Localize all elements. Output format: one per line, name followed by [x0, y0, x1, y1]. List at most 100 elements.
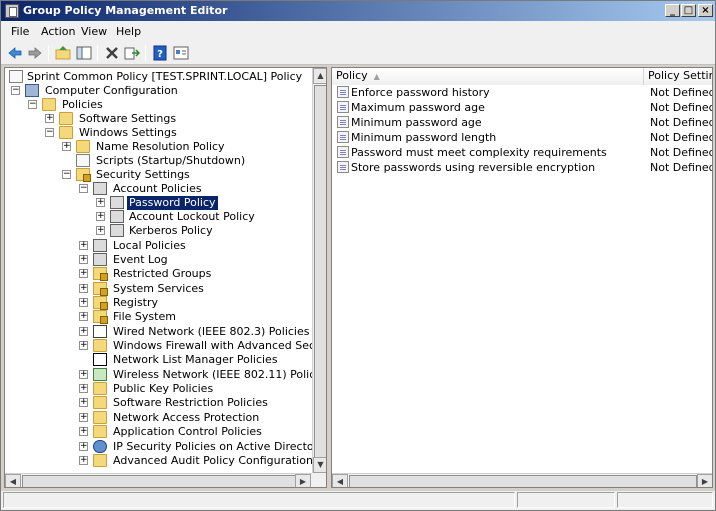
scroll-left-arrow-icon[interactable]: ◀: [5, 474, 21, 487]
expand-icon[interactable]: +: [45, 114, 54, 123]
help-icon[interactable]: ?: [152, 45, 168, 61]
expand-icon[interactable]: +: [79, 269, 88, 278]
list-item[interactable]: Maximum password age Not Defined: [332, 100, 713, 115]
expand-icon[interactable]: +: [62, 142, 71, 151]
title-bar[interactable]: Group Policy Management Editor _ □ ×: [1, 1, 715, 21]
security-folder-icon: [93, 282, 108, 296]
collapse-icon[interactable]: −: [62, 170, 71, 179]
column-header-policy[interactable]: Policy ▲: [332, 68, 644, 85]
scroll-left-arrow-icon[interactable]: ◀: [332, 474, 348, 487]
tree-item-label: Scripts (Startup/Shutdown): [96, 154, 246, 167]
collapse-icon[interactable]: −: [28, 100, 37, 109]
expand-icon[interactable]: +: [79, 427, 88, 436]
toolbar-separator: [48, 45, 49, 61]
policy-name: Minimum password age: [351, 116, 482, 129]
expand-icon[interactable]: +: [96, 212, 105, 221]
policy-value: Not Defined: [650, 101, 713, 114]
folder-icon: [93, 425, 107, 438]
tree-item-label: File System: [113, 310, 176, 323]
tree-horizontal-scrollbar[interactable]: ◀ ▶: [5, 473, 312, 487]
minimize-button[interactable]: _: [665, 4, 680, 17]
script-icon: [76, 154, 90, 167]
tree-item-label: Policies: [62, 98, 103, 111]
expand-icon[interactable]: +: [79, 312, 88, 321]
list-item[interactable]: Enforce password history Not Defined: [332, 85, 713, 100]
security-folder-icon: [93, 267, 108, 281]
policy-name: Enforce password history: [351, 86, 490, 99]
tree-item-label: IP Security Policies on Active Directory…: [113, 440, 326, 453]
expand-icon[interactable]: +: [79, 255, 88, 264]
tree-scroll-thumb[interactable]: [314, 85, 326, 459]
tree-item-label: Name Resolution Policy: [96, 140, 225, 153]
expand-icon[interactable]: +: [96, 198, 105, 207]
tree-item-label: Windows Firewall with Advanced Security: [113, 339, 327, 352]
delete-icon[interactable]: [104, 45, 120, 61]
menu-view[interactable]: View: [81, 25, 107, 38]
tree-item-label: Account Policies: [113, 182, 202, 195]
sort-ascending-icon: ▲: [373, 72, 380, 81]
expand-icon[interactable]: +: [79, 341, 88, 350]
menu-bar: File Action View Help: [1, 21, 715, 41]
export-list-icon[interactable]: [124, 45, 140, 61]
expand-icon[interactable]: +: [79, 327, 88, 336]
maximize-button[interactable]: □: [681, 4, 696, 17]
tree-pane[interactable]: Sprint Common Policy [TEST.SPRINT.LOCAL]…: [4, 67, 327, 488]
back-arrow-icon[interactable]: [7, 45, 23, 61]
collapse-icon[interactable]: −: [11, 86, 20, 95]
list-item[interactable]: Store passwords using reversible encrypt…: [332, 160, 712, 175]
policy-setting-icon: [337, 131, 349, 143]
list-item[interactable]: Minimum password length Not Defined: [332, 130, 713, 145]
scroll-right-arrow-icon[interactable]: ▶: [295, 474, 311, 487]
policy-value: Not Defined: [650, 131, 713, 144]
expand-icon[interactable]: +: [79, 298, 88, 307]
close-button[interactable]: ×: [698, 4, 713, 17]
tree-item-label: Kerberos Policy: [129, 224, 213, 237]
properties-icon[interactable]: [173, 45, 189, 61]
menu-help[interactable]: Help: [116, 25, 141, 38]
list-hscroll-thumb[interactable]: [349, 475, 697, 487]
up-folder-icon[interactable]: [55, 45, 71, 61]
policy-value: Not Defined: [650, 146, 713, 159]
tree-item-label: Local Policies: [113, 239, 186, 252]
security-folder-icon: [93, 296, 108, 310]
scroll-up-arrow-icon[interactable]: ▲: [313, 68, 326, 84]
expand-icon[interactable]: +: [79, 442, 88, 451]
list-item[interactable]: Password must meet complexity requiremen…: [332, 145, 713, 160]
folder-icon: [93, 396, 107, 409]
policy-value: Not Defined: [650, 116, 713, 129]
expand-icon[interactable]: +: [79, 398, 88, 407]
expand-icon[interactable]: +: [79, 241, 88, 250]
column-header-policy-setting[interactable]: Policy Setting: [644, 68, 712, 85]
security-folder-icon: [76, 168, 91, 182]
forward-arrow-icon[interactable]: [27, 45, 43, 61]
network-list-icon: [93, 353, 107, 366]
expand-icon[interactable]: +: [79, 456, 88, 465]
tree-hscroll-thumb[interactable]: [22, 475, 300, 487]
window-title: Group Policy Management Editor: [23, 4, 228, 17]
folder-icon: [93, 454, 107, 467]
expand-icon[interactable]: +: [79, 384, 88, 393]
collapse-icon[interactable]: −: [45, 128, 54, 137]
expand-icon[interactable]: +: [79, 413, 88, 422]
expand-icon[interactable]: +: [79, 370, 88, 379]
menu-action[interactable]: Action: [41, 25, 75, 38]
list-horizontal-scrollbar[interactable]: ◀ ▶: [332, 473, 712, 487]
column-header-label: Policy Setting: [648, 69, 712, 82]
collapse-icon[interactable]: −: [79, 184, 88, 193]
expand-icon[interactable]: +: [96, 226, 105, 235]
list-item[interactable]: Minimum password age Not Defined: [332, 115, 713, 130]
tree-vertical-scrollbar[interactable]: ▲ ▼: [312, 68, 326, 473]
show-hide-tree-icon[interactable]: [76, 45, 92, 61]
tree-item-label: Public Key Policies: [113, 382, 214, 395]
policy-value: Not Defined: [650, 86, 713, 99]
policy-list-pane[interactable]: Policy ▲ Policy Setting Enforce password …: [331, 67, 713, 488]
scroll-down-arrow-icon[interactable]: ▼: [313, 457, 326, 473]
menu-file[interactable]: File: [11, 25, 29, 38]
policy-name: Maximum password age: [351, 101, 485, 114]
tree-item-label: Wired Network (IEEE 802.3) Policies: [113, 325, 310, 338]
tree-item-label: Restricted Groups: [113, 267, 212, 280]
expand-icon[interactable]: +: [79, 284, 88, 293]
folder-icon: [93, 411, 107, 424]
policy-book-icon: [110, 210, 124, 223]
scroll-right-arrow-icon[interactable]: ▶: [697, 474, 712, 487]
